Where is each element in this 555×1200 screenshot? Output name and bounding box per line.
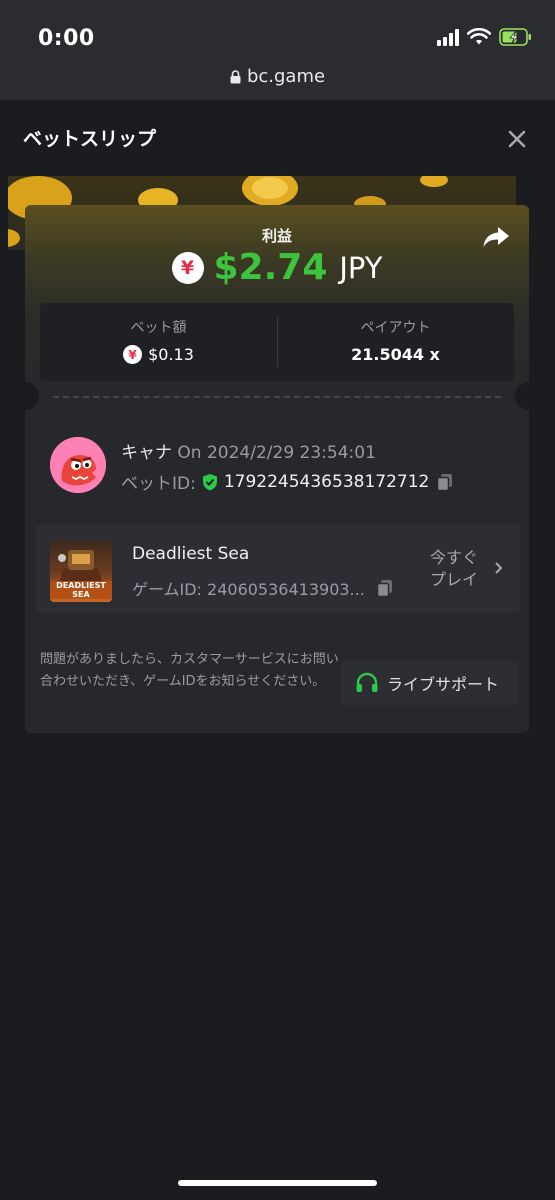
- payout-stat: ペイアウト 21.5044 x: [277, 303, 514, 381]
- share-icon[interactable]: [482, 225, 510, 249]
- live-support-button[interactable]: ライブサポート: [341, 661, 519, 705]
- bet-amount-label: ベット額: [130, 320, 187, 336]
- home-indicator[interactable]: [178, 1180, 377, 1186]
- avatar[interactable]: [50, 437, 106, 493]
- close-icon[interactable]: [505, 127, 529, 151]
- wifi-icon: [467, 28, 491, 45]
- game-name: Deadliest Sea: [132, 544, 250, 564]
- bet-slip-card: 利益 ¥ $2.74 JPY ベット額 ¥ $0.13 ペイアウト 21.504…: [25, 205, 529, 733]
- play-now-line2: プレイ: [430, 570, 479, 589]
- battery-icon: [499, 28, 531, 46]
- game-id: ゲームID: 24060536413903...: [132, 580, 365, 599]
- clock: 0:00: [38, 26, 95, 51]
- game-thumbnail-label: DEADLIEST SEA: [50, 581, 112, 599]
- yen-icon: ¥: [171, 251, 204, 284]
- bet-id-value: 1792245436538172712: [223, 471, 430, 492]
- bet-id-label: ベットID:: [121, 474, 196, 494]
- game-thumbnail[interactable]: DEADLIEST SEA: [50, 540, 112, 602]
- bet-id-line: ベットID: 1792245436538172712: [121, 469, 455, 494]
- game-id-line: ゲームID: 24060536413903...: [132, 576, 395, 600]
- bet-timestamp: On 2024/2/29 23:54:01: [177, 443, 376, 463]
- live-support-label: ライブサポート: [387, 675, 500, 694]
- username[interactable]: キャナ: [121, 443, 172, 463]
- ticket-divider: [53, 396, 501, 398]
- bet-amount-value: $0.13: [148, 345, 194, 364]
- profit-label: 利益: [261, 227, 292, 245]
- status-icons: [437, 28, 533, 46]
- play-now-line1: 今すぐ: [430, 548, 479, 567]
- profit-amount: $2.74: [213, 247, 328, 288]
- url-text: bc.game: [246, 66, 326, 87]
- profit-row: ¥ $2.74 JPY: [25, 247, 529, 288]
- shield-check-icon: [202, 473, 217, 490]
- help-text: 問題がありましたら、カスタマーサービスにお問い合わせいただき、ゲームIDをお知ら…: [40, 652, 339, 689]
- status-bar: 0:00 bc.game: [0, 0, 555, 100]
- headset-icon: [356, 672, 378, 692]
- bet-user-line: キャナ On 2024/2/29 23:54:01: [121, 438, 376, 463]
- copy-icon[interactable]: [375, 578, 395, 598]
- url-bar[interactable]: bc.game: [0, 66, 555, 87]
- payout-label: ペイアウト: [360, 320, 431, 336]
- copy-icon[interactable]: [435, 472, 455, 492]
- play-now-button[interactable]: 今すぐ プレイ: [430, 547, 478, 591]
- game-row[interactable]: DEADLIEST SEA Deadliest Sea ゲームID: 24060…: [36, 525, 520, 613]
- lock-icon: [230, 70, 241, 84]
- profit-currency: JPY: [339, 250, 383, 285]
- stats-panel: ベット額 ¥ $0.13 ペイアウト 21.5044 x: [40, 303, 514, 381]
- signal-icon: [437, 28, 459, 46]
- sheet-title: ベットスリップ: [23, 128, 157, 150]
- payout-value: 21.5044 x: [351, 345, 440, 364]
- yen-icon: ¥: [123, 345, 143, 364]
- chevron-right-icon: [495, 562, 503, 574]
- bet-amount-stat: ベット額 ¥ $0.13: [40, 303, 277, 381]
